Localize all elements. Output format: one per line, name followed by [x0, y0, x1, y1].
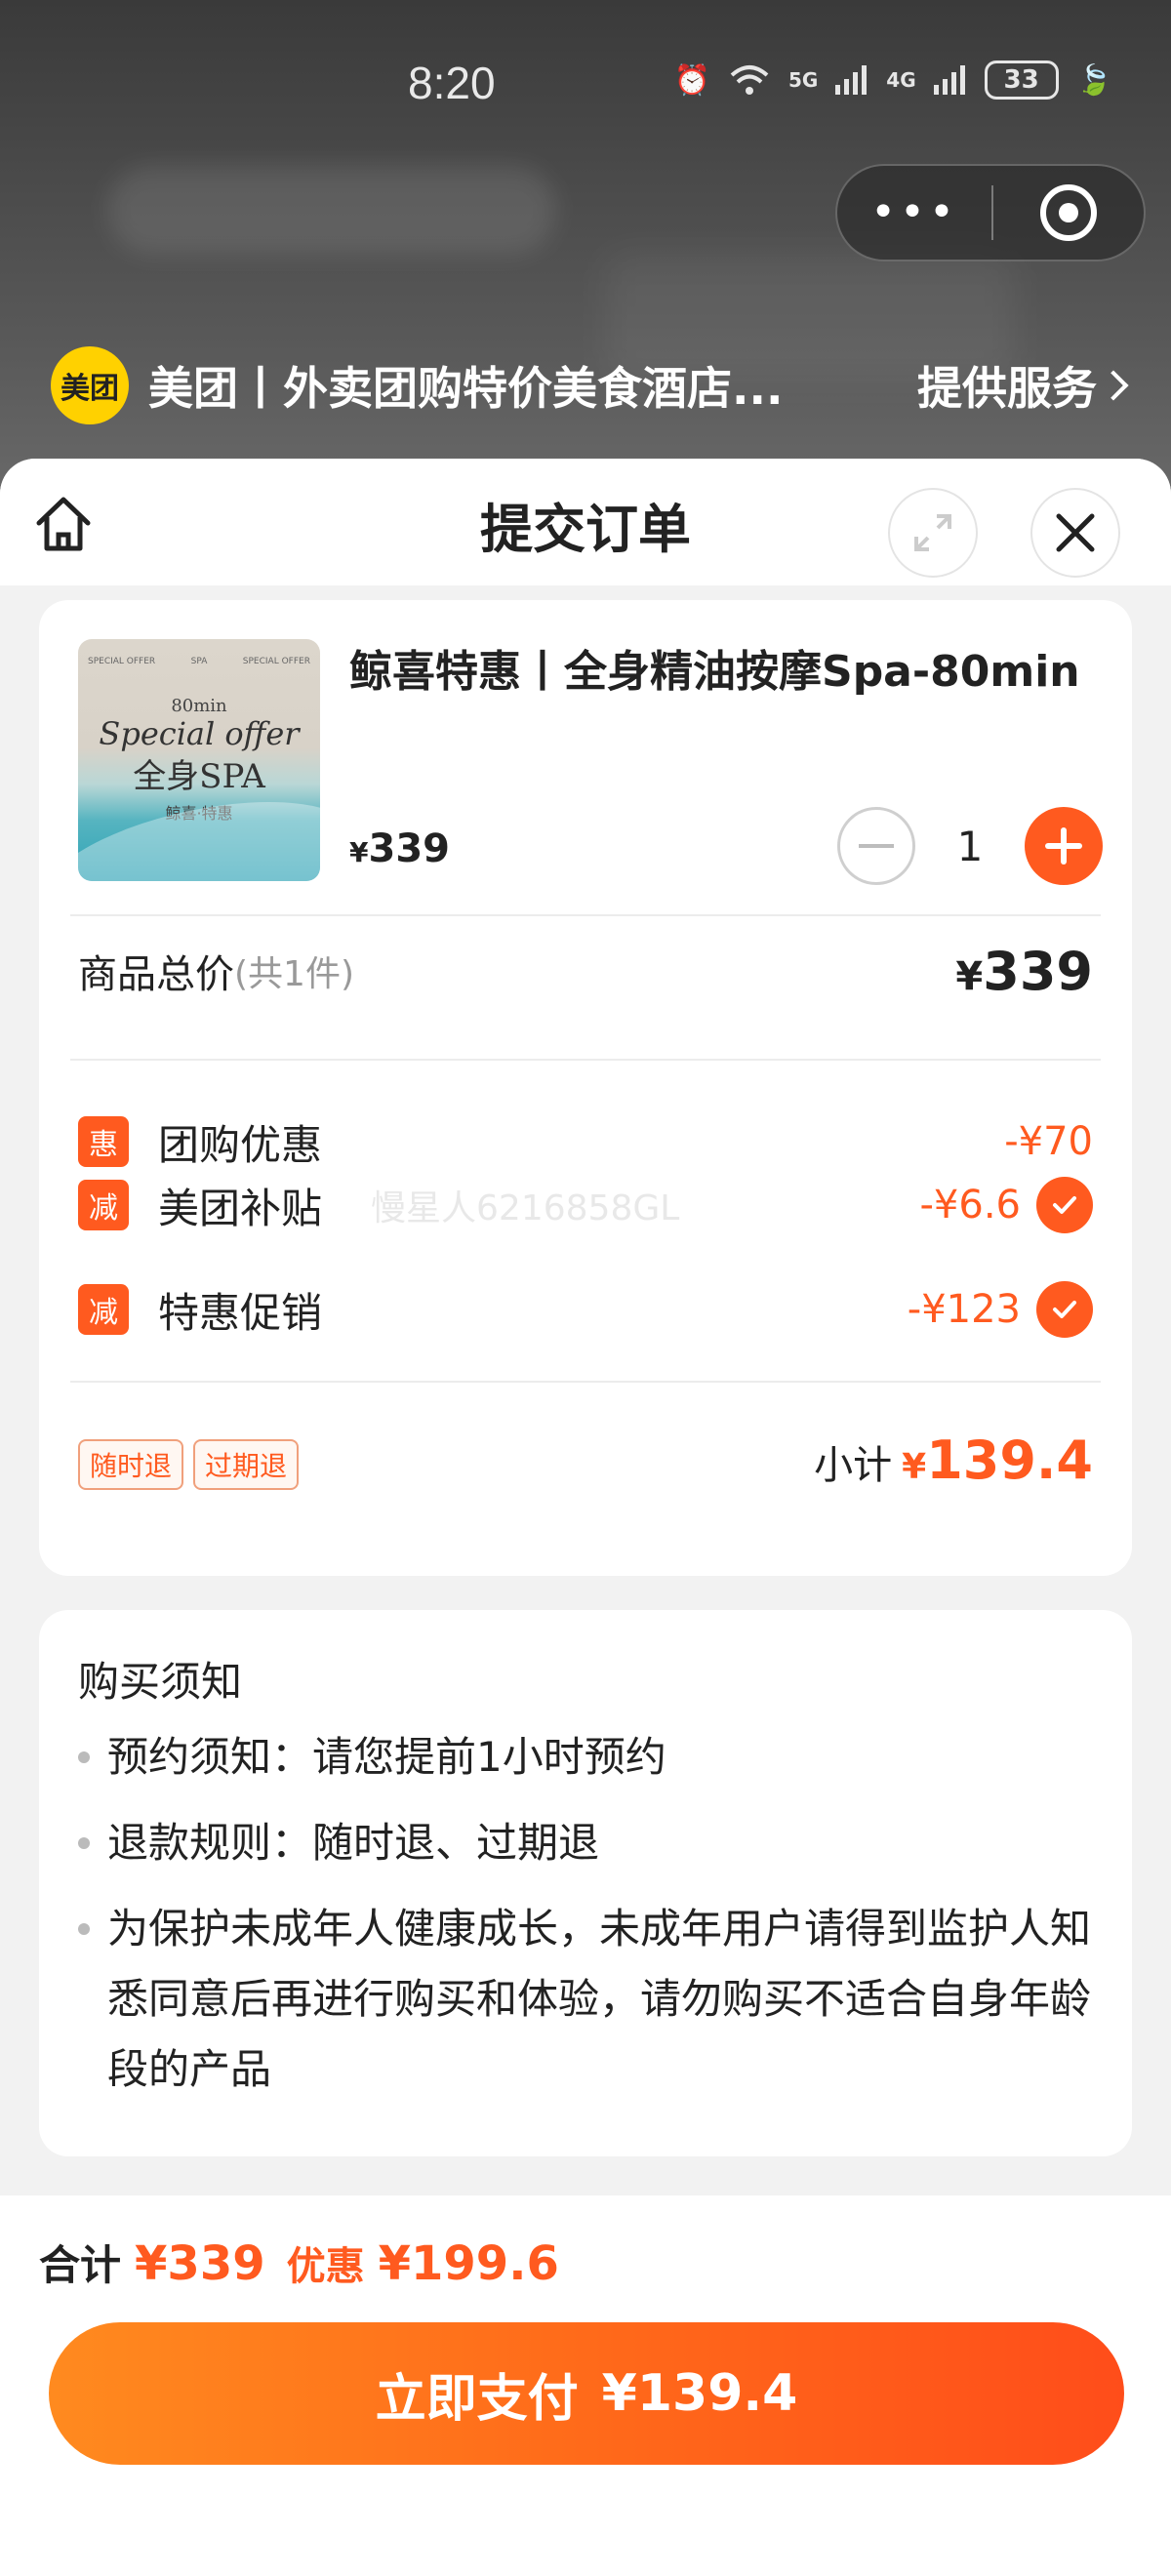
discount-tag: 减	[78, 1180, 129, 1230]
signal-icon	[933, 65, 965, 95]
refund-policy-tags: 随时退 过期退	[78, 1439, 300, 1490]
watermark-text: 慢星人6216858GL	[371, 1188, 680, 1228]
checkout-footer: 合计 ¥339 优惠 ¥199.6 立即支付 ¥139.4	[0, 2195, 1171, 2576]
discount-value: -¥6.6	[919, 1183, 1022, 1228]
expand-button[interactable]	[888, 488, 978, 578]
leaf-icon: 🍃	[1075, 62, 1112, 98]
pay-amount: ¥139.4	[601, 2364, 798, 2423]
status-time: 8:20	[408, 58, 496, 108]
status-icons: ⏰ 5G 4G 33 🍃	[674, 60, 1112, 100]
subtotal-value: ¥139.4	[902, 1429, 1093, 1491]
chevron-right-icon	[1098, 370, 1129, 401]
provider-name: 美团丨外卖团购特价美食酒店...	[148, 362, 784, 415]
close-button[interactable]	[1030, 488, 1120, 578]
notice-item: 为保护未成年人健康成长，未成年用户请得到监护人知悉同意后再进行购买和体验，请勿购…	[78, 1894, 1103, 2105]
discount-tag: 惠	[78, 1116, 129, 1167]
provider-link-label: 提供服务	[917, 362, 1097, 415]
discount-value: -¥70	[1004, 1119, 1093, 1164]
discount-label: 团购优惠	[158, 1120, 323, 1169]
discount-total-label: 优惠	[286, 2244, 365, 2289]
notice-item: 预约须知：请您提前1小时预约	[78, 1722, 1103, 1792]
check-icon[interactable]	[1036, 1281, 1093, 1338]
divider	[70, 914, 1101, 916]
alarm-icon: ⏰	[673, 62, 710, 98]
battery-icon: 33	[984, 60, 1059, 100]
close-miniapp-button[interactable]	[993, 184, 1144, 241]
status-bar: 8:20 ⏰ 5G 4G 33 🍃	[0, 0, 1171, 172]
policy-tag: 随时退	[78, 1439, 184, 1490]
sheet-header: 提交订单	[0, 459, 1171, 585]
battery-level: 33	[1003, 65, 1039, 95]
notice-item: 退款规则：随时退、过期退	[78, 1808, 1103, 1878]
discount-label: 特惠促销	[158, 1288, 323, 1337]
subtotal-label: 小计	[814, 1443, 893, 1488]
discount-value: -¥123	[907, 1287, 1021, 1332]
increase-button[interactable]	[1025, 807, 1103, 885]
sum-label: 合计	[39, 2241, 122, 2289]
pay-now-button[interactable]: 立即支付 ¥139.4	[49, 2322, 1124, 2465]
goods-total-label: 商品总价	[78, 952, 234, 997]
wifi-icon	[730, 65, 769, 95]
discount-tag: 减	[78, 1284, 129, 1335]
pay-label: 立即支付	[375, 2369, 579, 2429]
page-title: 提交订单	[480, 499, 691, 560]
discount-row-subsidy[interactable]: 减 美团补贴 慢星人6216858GL -¥6.6	[78, 1176, 1093, 1234]
sum-value: ¥339	[135, 2236, 265, 2291]
target-icon	[1040, 184, 1097, 241]
divider	[70, 1381, 1101, 1383]
discount-total-value: ¥199.6	[378, 2236, 559, 2291]
provider-link[interactable]: 提供服务	[917, 353, 1129, 418]
discount-row-promo[interactable]: 减 特惠促销 -¥123	[78, 1280, 1093, 1339]
quantity-value: 1	[956, 822, 984, 870]
discount-label: 美团补贴	[158, 1184, 323, 1232]
product-price: ¥339	[349, 826, 450, 871]
close-icon	[1056, 513, 1095, 552]
goods-total-count: (共1件)	[234, 954, 354, 994]
meituan-logo: 美团	[51, 346, 129, 424]
goods-total-row: 商品总价 (共1件) ¥339	[78, 932, 1093, 1010]
check-icon[interactable]	[1036, 1177, 1093, 1233]
network-4g: 4G	[886, 68, 916, 92]
expand-icon	[914, 514, 951, 551]
subtotal: 小计 ¥139.4	[814, 1429, 1093, 1491]
policy-tag: 过期退	[193, 1439, 300, 1490]
product-title: 鲸喜特惠丨全身精油按摩Spa-80min	[349, 647, 1080, 697]
miniapp-capsule: •••	[835, 164, 1146, 262]
network-5g: 5G	[787, 68, 819, 92]
divider	[70, 1059, 1101, 1061]
more-icon[interactable]: •••	[837, 164, 991, 262]
purchase-notice-card: 购买须知 预约须知：请您提前1小时预约 退款规则：随时退、过期退 为保护未成年人…	[39, 1610, 1132, 2156]
blurred-content	[107, 166, 556, 254]
signal-icon	[835, 65, 868, 95]
minus-icon	[859, 844, 894, 848]
summary-line: 合计 ¥339 优惠 ¥199.6	[39, 2233, 581, 2292]
service-provider: 美团 美团丨外卖团购特价美食酒店... 提供服务	[51, 346, 1129, 424]
quantity-stepper: 1	[837, 807, 1103, 885]
product-thumbnail[interactable]: SPECIAL OFFER SPA SPECIAL OFFER 80min Spec…	[78, 639, 320, 881]
goods-total-value: ¥339	[955, 940, 1093, 1002]
discount-row-group-buy: 惠 团购优惠 -¥70	[78, 1112, 1093, 1171]
notice-title: 购买须知	[78, 1658, 243, 1706]
notice-list: 预约须知：请您提前1小时预约 退款规则：随时退、过期退 为保护未成年人健康成长，…	[78, 1722, 1103, 2120]
order-card: SPECIAL OFFER SPA SPECIAL OFFER 80min Spec…	[39, 600, 1132, 1576]
decrease-button[interactable]	[837, 807, 915, 885]
